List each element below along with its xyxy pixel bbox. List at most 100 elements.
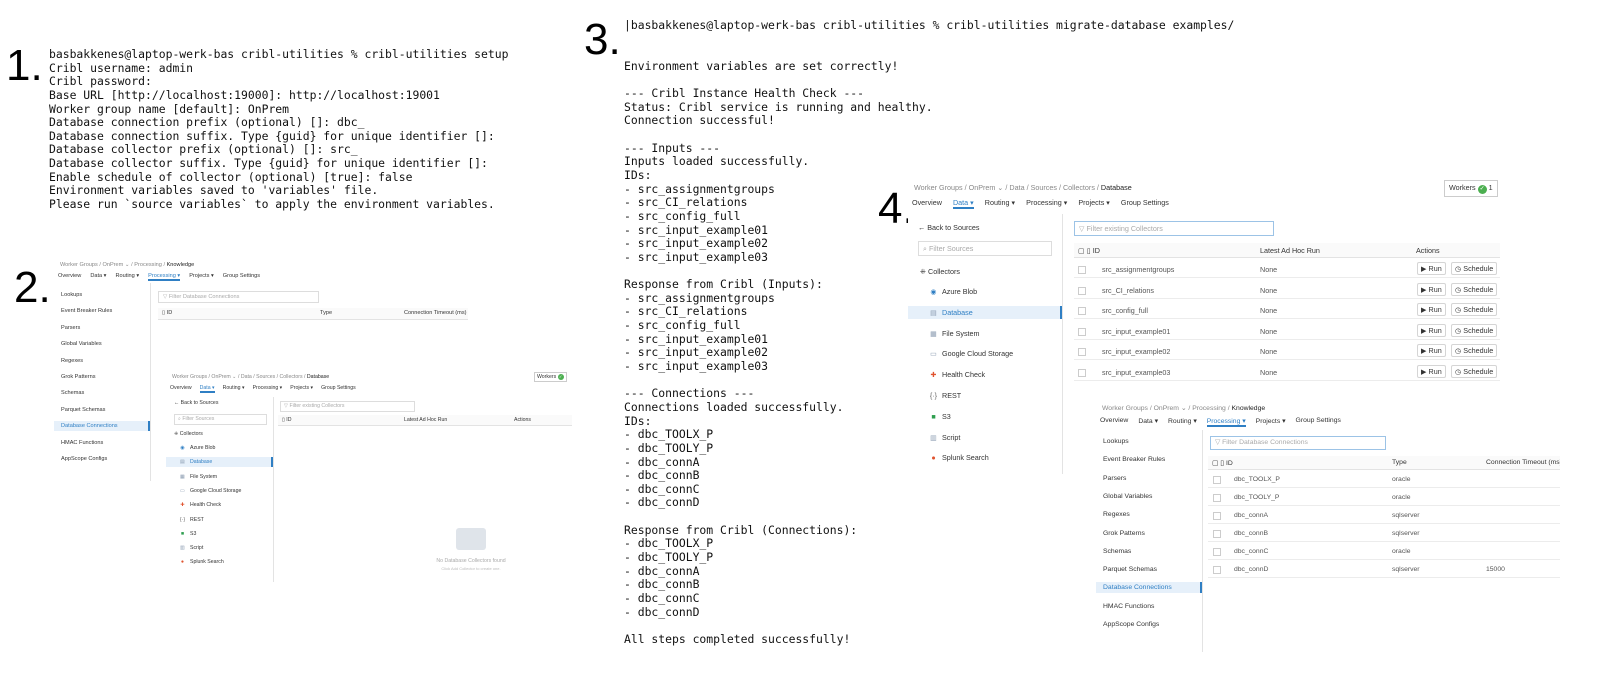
row-checkbox[interactable] [1078, 286, 1086, 295]
crumb-group[interactable]: OnPrem [1154, 405, 1179, 412]
row-checkbox[interactable] [1213, 530, 1221, 538]
row-checkbox[interactable] [1078, 348, 1086, 356]
crumb-worker-groups[interactable]: Worker Groups [60, 262, 98, 268]
nav-tab[interactable]: Overview [170, 385, 192, 393]
sidebar-item[interactable]: Regexes [54, 356, 150, 366]
sidebar-item[interactable]: Database Connections [54, 421, 150, 432]
nav-tab[interactable]: Group Settings [321, 385, 356, 393]
collector-id[interactable]: src_input_example03 [1102, 368, 1170, 377]
run-button[interactable]: ▶ Run [1417, 282, 1446, 296]
sidebar-item[interactable]: Event Breaker Rules [1096, 454, 1202, 465]
sidebar-item[interactable]: Global Variables [1096, 491, 1202, 502]
source-item[interactable]: ▦ File System [908, 327, 1062, 340]
sidebar-item[interactable]: AppScope Configs [1096, 619, 1202, 630]
crumb-processing[interactable]: Processing [134, 262, 162, 268]
source-item[interactable]: ◉ Azure Blob [166, 443, 273, 453]
crumb-worker-groups[interactable]: Worker Groups [172, 374, 207, 380]
row-checkbox[interactable] [1213, 476, 1221, 484]
source-item[interactable]: ▭ Google Cloud Storage [908, 347, 1062, 360]
filter-collectors-input[interactable]: ▽ Filter existing Collectors [1074, 221, 1274, 236]
nav-tab[interactable]: Projects ▾ [1078, 198, 1110, 209]
schedule-button[interactable]: ◷ Schedule [1451, 364, 1498, 378]
sidebar-item[interactable]: Schemas [1096, 546, 1202, 557]
filter-collectors-input[interactable]: ▽ Filter existing Collectors [280, 401, 415, 412]
connection-id[interactable]: dbc_connB [1234, 530, 1268, 537]
nav-tab[interactable]: Data ▾ [952, 198, 974, 209]
source-item[interactable]: ▭ Google Cloud Storage [166, 486, 273, 496]
schedule-button[interactable]: ◷ Schedule [1451, 282, 1498, 296]
crumb-collectors[interactable]: Collectors [1063, 183, 1095, 192]
schedule-button[interactable]: ◷ Schedule [1451, 344, 1498, 357]
collector-id[interactable]: src_input_example01 [1102, 327, 1170, 336]
row-checkbox[interactable] [1078, 307, 1086, 315]
schedule-button[interactable]: ◷ Schedule [1451, 323, 1498, 337]
nav-tab[interactable]: Projects ▾ [189, 273, 214, 281]
source-item[interactable]: ✚ Health Check [166, 500, 273, 510]
connection-id[interactable]: dbc_TOOLY_P [1234, 494, 1279, 501]
nav-tab[interactable]: Data ▾ [1138, 417, 1158, 427]
col-id[interactable]: ▢ ▯ ID [1212, 459, 1233, 467]
source-item[interactable]: ▤ Database [908, 305, 1062, 319]
filter-connections-input[interactable]: ▽ Filter Database Connections [1210, 436, 1386, 450]
row-checkbox[interactable] [1213, 548, 1221, 556]
source-item[interactable]: ▥ Script [908, 431, 1062, 444]
sidebar-item[interactable]: Database Connections [1096, 582, 1202, 594]
back-to-sources-link[interactable]: ← Back to Sources [918, 223, 1062, 232]
schedule-button[interactable]: ◷ Schedule [1451, 303, 1498, 316]
source-item[interactable]: ▥ Script [166, 543, 273, 553]
workers-badge[interactable]: Workers ✓ [534, 372, 567, 382]
crumb-collectors[interactable]: Collectors [280, 374, 303, 380]
nav-tab[interactable]: Overview [1100, 417, 1128, 427]
collectors-group[interactable]: ⁜ Collectors [174, 431, 273, 437]
col-id[interactable]: ▯ ID [162, 310, 172, 316]
nav-tab[interactable]: Routing ▾ [223, 385, 245, 393]
nav-tab[interactable]: Processing ▾ [253, 385, 283, 393]
collector-id[interactable]: src_input_example02 [1102, 347, 1170, 356]
nav-tab[interactable]: Projects ▾ [1256, 417, 1286, 427]
source-item[interactable]: ● Splunk Search [166, 557, 273, 567]
connection-id[interactable]: dbc_connD [1234, 566, 1268, 573]
sidebar-item[interactable]: Parquet Schemas [54, 405, 150, 415]
run-button[interactable]: ▶ Run [1417, 303, 1446, 316]
sidebar-item[interactable]: Grok Patterns [1096, 528, 1202, 539]
source-item[interactable]: ■ S3 [908, 410, 1062, 423]
row-checkbox[interactable] [1213, 512, 1221, 520]
col-latest-run[interactable]: Latest Ad Hoc Run [1260, 246, 1320, 255]
filter-sources-input[interactable]: ⌕ Filter Sources [174, 414, 267, 425]
filter-connections-input[interactable]: ▽ Filter Database Connections [158, 291, 319, 303]
col-id[interactable]: ▢ ▯ ID [1078, 246, 1100, 255]
col-latest-run[interactable]: Latest Ad Hoc Run [404, 417, 447, 423]
nav-tab[interactable]: Projects ▾ [290, 385, 313, 393]
source-item[interactable]: ▤ Database [166, 457, 273, 468]
sidebar-item[interactable]: Grok Patterns [54, 372, 150, 382]
collectors-group[interactable]: ⁜ Collectors [920, 267, 1062, 276]
col-type[interactable]: Type [320, 310, 332, 316]
source-item[interactable]: ● Splunk Search [908, 451, 1062, 464]
row-checkbox[interactable] [1078, 266, 1086, 274]
row-checkbox[interactable] [1078, 327, 1086, 336]
crumb-worker-groups[interactable]: Worker Groups [914, 183, 963, 192]
crumb-worker-groups[interactable]: Worker Groups [1102, 405, 1148, 412]
crumb-group[interactable]: OnPrem [969, 183, 996, 192]
collector-id[interactable]: src_assignmentgroups [1102, 265, 1174, 274]
sidebar-item[interactable]: Lookups [54, 290, 150, 300]
nav-tab[interactable]: Overview [912, 198, 942, 209]
connection-id[interactable]: dbc_connA [1234, 512, 1268, 519]
sidebar-item[interactable]: Lookups [1096, 436, 1202, 447]
nav-tab[interactable]: Routing ▾ [1168, 417, 1197, 427]
sidebar-item[interactable]: HMAC Functions [1096, 601, 1202, 612]
nav-tab[interactable]: Routing ▾ [116, 273, 140, 281]
sidebar-item[interactable]: Parsers [54, 323, 150, 333]
source-item[interactable]: ■ S3 [166, 529, 273, 539]
sidebar-item[interactable]: Regexes [1096, 509, 1202, 520]
col-type[interactable]: Type [1392, 459, 1407, 466]
crumb-sources[interactable]: Sources [256, 374, 275, 380]
nav-tab[interactable]: Processing ▾ [1206, 417, 1246, 427]
source-item[interactable]: ▦ File System [166, 472, 273, 482]
run-button[interactable]: ▶ Run [1417, 323, 1446, 337]
col-id[interactable]: ▯ ID [282, 417, 291, 423]
nav-tab[interactable]: Routing ▾ [985, 198, 1015, 209]
schedule-button[interactable]: ◷ Schedule [1451, 262, 1498, 275]
sidebar-item[interactable]: HMAC Functions [54, 438, 150, 448]
source-item[interactable]: {·} REST [166, 515, 273, 525]
